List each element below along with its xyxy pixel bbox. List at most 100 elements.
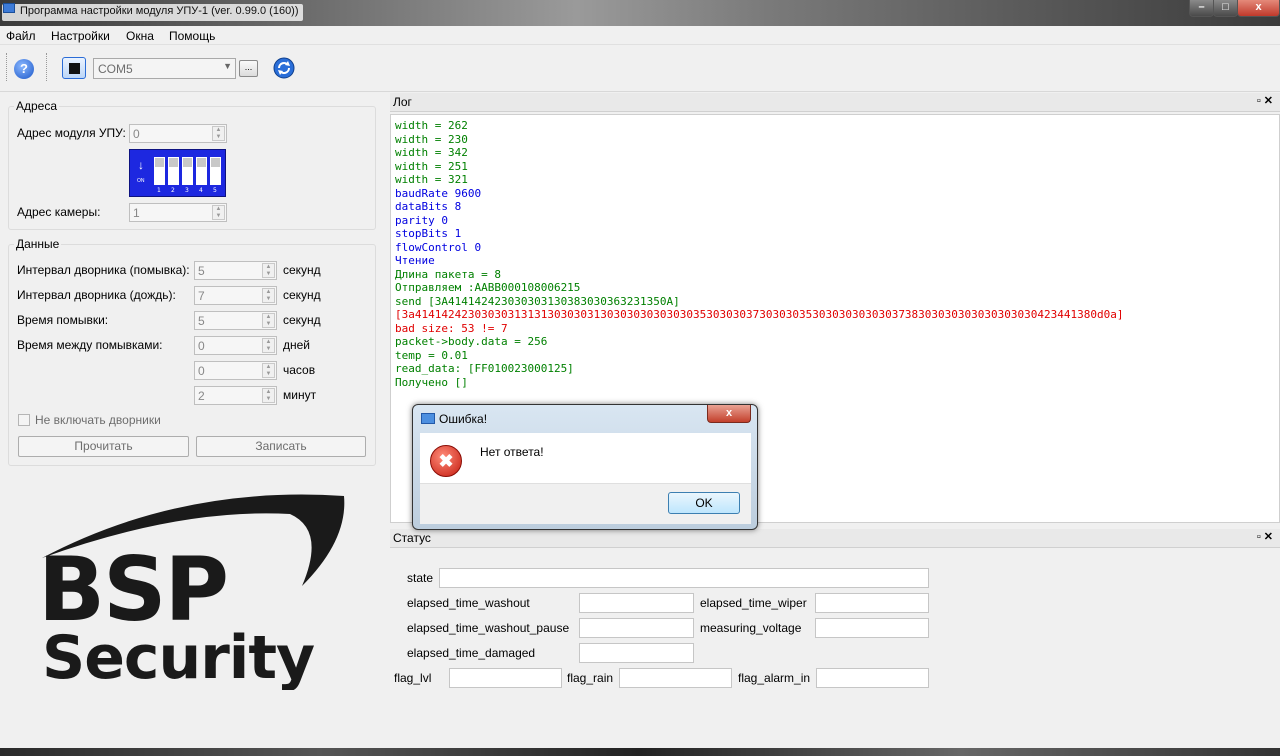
- elapsed-time-washout-field[interactable]: [579, 593, 694, 613]
- unit-label: секунд: [283, 288, 321, 302]
- log-line: read_data: [FF010023000125]: [395, 362, 574, 375]
- menu-file[interactable]: Файл: [6, 29, 36, 43]
- ok-button[interactable]: OK: [668, 492, 740, 514]
- elapsed-time-wiper-field[interactable]: [815, 593, 929, 613]
- dip-number: 3: [185, 187, 189, 194]
- log-line: Отправляем :AABB000108006215: [395, 281, 581, 294]
- app-icon: [3, 3, 15, 13]
- dialog-close-button[interactable]: x: [707, 405, 751, 423]
- read-button[interactable]: Прочитать: [18, 436, 189, 457]
- wash-period-days-input[interactable]: 0 ▲ ▼: [194, 336, 277, 355]
- dip-number: 2: [171, 187, 175, 194]
- flag-alarm-in-field[interactable]: [816, 668, 929, 688]
- log-line: packet->body.data = 256: [395, 335, 548, 348]
- flag-rain-field[interactable]: [619, 668, 732, 688]
- log-line: flowControl 0: [395, 240, 482, 254]
- wiper-interval-wash-label: Интервал дворника (помывка):: [17, 263, 190, 277]
- log-line: width = 262: [395, 119, 468, 132]
- refresh-icon[interactable]: [272, 56, 296, 80]
- browse-port-button[interactable]: ...: [239, 60, 258, 77]
- maximize-button[interactable]: □: [1213, 0, 1238, 17]
- wash-period-days-value: 0: [198, 339, 205, 353]
- dip-switch-3: [182, 157, 193, 185]
- spin-arrows-icon[interactable]: ▲ ▼: [262, 288, 275, 303]
- data-group-title: Данные: [14, 237, 62, 251]
- dialog-message: Нет ответа!: [480, 445, 544, 459]
- dip-switch-2: [168, 157, 179, 185]
- wash-time-input[interactable]: 5 ▲ ▼: [194, 311, 277, 330]
- log-line: Получено []: [395, 375, 468, 389]
- close-button[interactable]: x: [1237, 0, 1280, 17]
- dialog-title: Ошибка!: [439, 412, 488, 426]
- panel-float-close-icon[interactable]: ▫✕: [1257, 530, 1276, 543]
- title-bar: Программа настройки модуля УПУ-1 (ver. 0…: [0, 0, 1280, 26]
- toolbar-grip: [6, 53, 9, 81]
- disable-wipers-label: Не включать дворники: [35, 413, 161, 427]
- wiper-interval-wash-input[interactable]: 5 ▲ ▼: [194, 261, 277, 280]
- flag-lvl-field[interactable]: [449, 668, 562, 688]
- elapsed-time-washout-pause-field[interactable]: [579, 618, 694, 638]
- panel-float-close-icon[interactable]: ▫✕: [1257, 94, 1276, 107]
- log-line: Чтение: [395, 254, 435, 267]
- wash-period-minutes-input[interactable]: 2 ▲ ▼: [194, 386, 277, 405]
- spin-arrows-icon[interactable]: ▲ ▼: [262, 338, 275, 353]
- log-line: baudRate 9600: [395, 186, 482, 200]
- log-line: width = 321: [395, 173, 468, 186]
- spin-arrows-icon[interactable]: ▲ ▼: [262, 363, 275, 378]
- camera-address-value: 1: [133, 206, 140, 220]
- status-panel: state elapsed_time_washout elapsed_time_…: [390, 548, 1280, 756]
- help-icon[interactable]: ?: [14, 59, 34, 79]
- menu-windows[interactable]: Окна: [126, 29, 154, 43]
- camera-address-input[interactable]: 1 ▲ ▼: [129, 203, 227, 222]
- wiper-interval-rain-label: Интервал дворника (дождь):: [17, 288, 176, 302]
- dialog-app-icon: [421, 413, 435, 424]
- log-line: bad size: 53 != 7: [395, 321, 508, 335]
- dip-switch-5: [210, 157, 221, 185]
- disable-wipers-checkbox[interactable]: [18, 414, 30, 426]
- unit-label: дней: [283, 338, 311, 352]
- measuring-voltage-field[interactable]: [815, 618, 929, 638]
- toolbar-separator: [46, 53, 49, 81]
- dip-switch-image: ↓ ON 1 2 3 4 5: [129, 149, 226, 197]
- stop-button[interactable]: [62, 57, 86, 79]
- port-select[interactable]: COM5 ▼: [93, 58, 236, 79]
- spin-arrows-icon[interactable]: ▲ ▼: [262, 388, 275, 403]
- wash-period-hours-input[interactable]: 0 ▲ ▼: [194, 361, 277, 380]
- dip-switch-4: [196, 157, 207, 185]
- elapsed-time-wiper-label: elapsed_time_wiper: [700, 596, 807, 610]
- taskbar-edge: [0, 748, 1280, 756]
- module-address-label: Адрес модуля УПУ:: [17, 126, 126, 140]
- menu-settings[interactable]: Настройки: [51, 29, 110, 43]
- menu-help[interactable]: Помощь: [169, 29, 215, 43]
- state-field[interactable]: [439, 568, 929, 588]
- elapsed-time-washout-pause-label: elapsed_time_washout_pause: [407, 621, 570, 635]
- spin-arrows-icon[interactable]: ▲ ▼: [262, 313, 275, 328]
- log-line: [3a4141424230303031313130303031303030303…: [395, 308, 1124, 321]
- error-dialog: Ошибка! x ✖ Нет ответа! OK: [412, 404, 758, 530]
- unit-label: секунд: [283, 313, 321, 327]
- data-group: [8, 244, 376, 466]
- log-line: width = 342: [395, 146, 468, 159]
- port-value: COM5: [98, 62, 133, 76]
- spin-arrows-icon[interactable]: ▲ ▼: [212, 205, 225, 220]
- spin-arrows-icon[interactable]: ▲ ▼: [212, 126, 225, 141]
- unit-label: секунд: [283, 263, 321, 277]
- addresses-group-title: Адреса: [14, 99, 60, 113]
- wash-period-minutes-value: 2: [198, 389, 205, 403]
- minimize-button[interactable]: –: [1189, 0, 1214, 17]
- log-line: Длина пакета = 8: [395, 267, 501, 281]
- wash-period-label: Время между помывками:: [17, 338, 163, 352]
- log-line: stopBits 1: [395, 227, 462, 240]
- module-address-input[interactable]: 0 ▲ ▼: [129, 124, 227, 143]
- dialog-body: ✖ Нет ответа!: [420, 433, 751, 483]
- bsp-security-logo: BSP Security: [38, 494, 345, 690]
- elapsed-time-damaged-field[interactable]: [579, 643, 694, 663]
- module-address-value: 0: [133, 127, 140, 141]
- log-panel-header: Лог ▫✕: [390, 93, 1280, 112]
- log-line: width = 251: [395, 159, 468, 173]
- log-lines: width = 262 width = 230 width = 342 width =…: [391, 115, 1279, 389]
- wiper-interval-rain-input[interactable]: 7 ▲ ▼: [194, 286, 277, 305]
- status-panel-header: Статус ▫✕: [390, 529, 1280, 548]
- write-button[interactable]: Записать: [196, 436, 366, 457]
- spin-arrows-icon[interactable]: ▲ ▼: [262, 263, 275, 278]
